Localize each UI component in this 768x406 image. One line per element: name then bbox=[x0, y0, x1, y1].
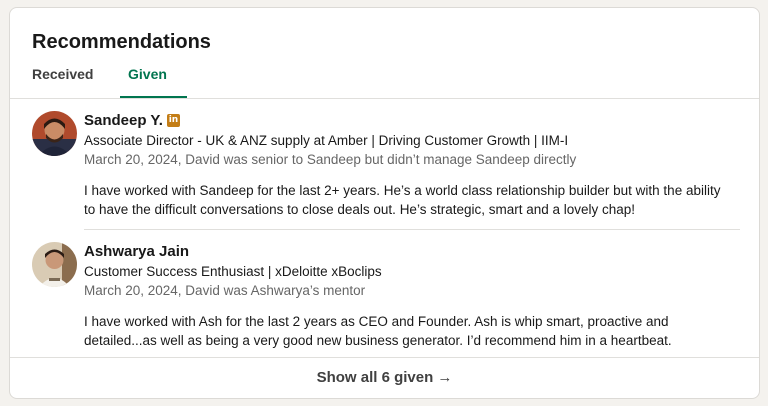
recommender-name[interactable]: Sandeep Y. bbox=[84, 112, 163, 129]
recommender-headline: Customer Success Enthusiast | xDeloitte … bbox=[84, 264, 382, 279]
recommender-name[interactable]: Ashwarya Jain bbox=[84, 243, 189, 260]
recommendation-text: I have worked with Sandeep for the last … bbox=[84, 183, 721, 217]
recommendation-meta: March 20, 2024, David was senior to Sand… bbox=[84, 152, 577, 167]
recommender-headline: Associate Director - UK & ANZ supply at … bbox=[84, 133, 569, 148]
active-tab-indicator bbox=[120, 96, 187, 98]
recommendation-meta: March 20, 2024, David was Ashwarya’s men… bbox=[84, 283, 366, 298]
linkedin-icon: in bbox=[166, 114, 180, 127]
card-footer: Show all 6 given → bbox=[10, 357, 759, 398]
name-row: Ashwarya Jain bbox=[84, 243, 189, 260]
recommendations-card: Recommendations Received Given Sandeep Y… bbox=[9, 7, 760, 399]
tab-received[interactable]: Received bbox=[32, 66, 93, 82]
avatar[interactable] bbox=[32, 242, 77, 287]
recommendation-text: I have worked with Ash for the last 2 ye… bbox=[84, 314, 672, 348]
show-all-button[interactable]: Show all 6 given → bbox=[317, 369, 453, 386]
name-row: Sandeep Y. in bbox=[84, 112, 180, 129]
tab-given[interactable]: Given bbox=[128, 66, 167, 82]
avatar[interactable] bbox=[32, 111, 77, 156]
divider bbox=[84, 229, 740, 230]
recommendation-tabs: Received Given bbox=[10, 60, 759, 99]
section-title: Recommendations bbox=[32, 31, 211, 53]
